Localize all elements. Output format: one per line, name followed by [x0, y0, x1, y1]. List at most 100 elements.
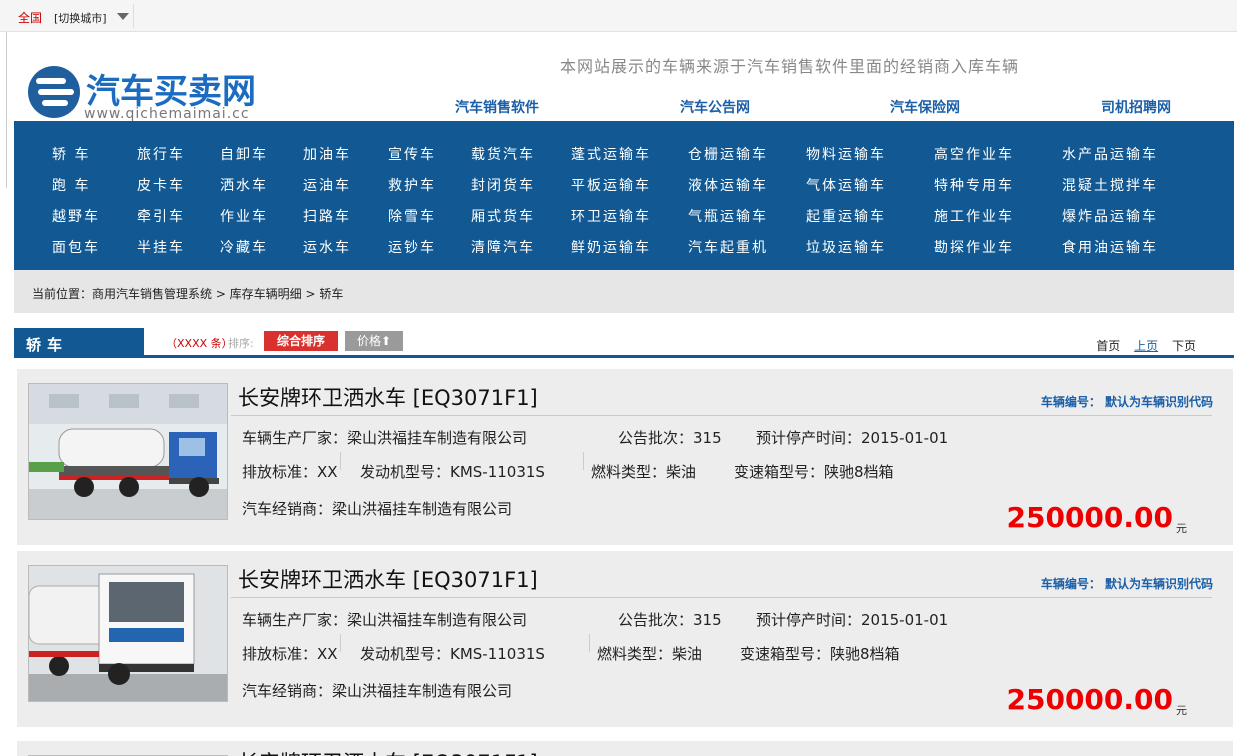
emission-standard: 排放标准：XX — [242, 463, 338, 481]
gearbox-model: 变速箱型号：陕驰8档箱 — [734, 463, 894, 481]
vehicle-photo[interactable] — [28, 383, 228, 520]
nav-category-item[interactable]: 气瓶运输车 — [688, 206, 768, 226]
nav-category-item[interactable]: 汽车起重机 — [688, 237, 768, 257]
nav-category-item[interactable]: 救护车 — [388, 175, 436, 195]
listing-card[interactable]: 长安牌环卫洒水车 [EQ3071F1] 车辆编号： 默认为车辆识别代码 车辆生产… — [17, 551, 1233, 727]
engine-model: 发动机型号：KMS-11031S — [360, 645, 545, 663]
vehicle-id-label: 车辆编号： 默认为车辆识别代码 — [1040, 577, 1213, 591]
link-announcement[interactable]: 汽车公告网 — [680, 97, 750, 117]
price-unit: 元 — [1176, 704, 1187, 717]
nav-category-item[interactable]: 施工作业车 — [934, 206, 1014, 226]
nav-category-item[interactable]: 垃圾运输车 — [806, 237, 886, 257]
category-nav: 轿 车 旅行车 自卸车 加油车 宣传车 载货汽车 蓬式运输车 仓栅运输车 物料运输车 高空作业车 水… — [14, 121, 1234, 270]
site-slogan: 本网站展示的车辆来源于汽车销售软件里面的经销商入库车辆 — [560, 57, 1020, 76]
nav-category-item[interactable]: 作业车 — [220, 206, 268, 226]
nav-category-item[interactable]: 鲜奶运输车 — [571, 237, 651, 257]
emission-standard: 排放标准：XX — [242, 645, 338, 663]
listing-title[interactable]: 长安牌环卫洒水车 [EQ3071F1] — [238, 564, 538, 594]
fuel-type: 燃料类型：柴油 — [591, 463, 697, 481]
nav-category-item[interactable]: 厢式货车 — [471, 206, 535, 226]
dealer: 汽车经销商：梁山洪福挂车制造有限公司 — [242, 682, 513, 700]
sort-default-button[interactable]: 综合排序 — [264, 331, 338, 351]
stop-date: 预计停产时间：2015-01-01 — [756, 429, 949, 447]
price: 250000.00 — [1006, 683, 1174, 716]
breadcrumb-bar: 当前位置：商用汽车销售管理系统 > 库存车辆明细 > 轿车 — [14, 270, 1234, 313]
listing-title[interactable]: 长安牌环卫洒水车 [EQ3071F1] — [238, 382, 538, 412]
nav-category-item[interactable]: 环卫运输车 — [571, 206, 651, 226]
breadcrumb[interactable]: 当前位置：商用汽车销售管理系统 > 库存车辆明细 > 轿车 — [32, 285, 343, 302]
pager-first[interactable]: 首页 — [1096, 339, 1120, 353]
chevron-down-icon[interactable] — [117, 13, 129, 20]
announcement-batch: 公告批次：315 — [618, 429, 722, 447]
nav-category-item[interactable]: 勘探作业车 — [934, 237, 1014, 257]
header-links: 汽车销售软件 汽车公告网 汽车保险网 司机招聘网 — [0, 97, 1237, 117]
vehicle-id-label: 车辆编号： 默认为车辆识别代码 — [1040, 395, 1213, 409]
announcement-batch: 公告批次：315 — [618, 611, 722, 629]
nav-category-item[interactable]: 特种专用车 — [934, 175, 1014, 195]
nav-category-item[interactable]: 旅行车 — [137, 144, 185, 164]
nav-category-item[interactable]: 扫路车 — [303, 206, 351, 226]
price-unit: 元 — [1176, 522, 1187, 535]
nav-category-item[interactable]: 气体运输车 — [806, 175, 886, 195]
nav-category-item[interactable]: 轿 车 — [52, 144, 90, 164]
nav-category-item[interactable]: 水产品运输车 — [1062, 144, 1158, 164]
nav-category-item[interactable]: 加油车 — [303, 144, 351, 164]
nav-category-item[interactable]: 运油车 — [303, 175, 351, 195]
result-count: （XXXX 条） — [166, 337, 233, 350]
nav-category-item[interactable]: 蓬式运输车 — [571, 144, 651, 164]
link-insurance[interactable]: 汽车保险网 — [890, 97, 960, 117]
price: 250000.00 — [1006, 501, 1174, 534]
manufacturer: 车辆生产厂家：梁山洪福挂车制造有限公司 — [242, 611, 528, 629]
nav-category-item[interactable]: 皮卡车 — [137, 175, 185, 195]
dealer: 汽车经销商：梁山洪福挂车制造有限公司 — [242, 500, 513, 518]
nav-category-item[interactable]: 载货汽车 — [471, 144, 535, 164]
current-region[interactable]: 全国 — [18, 9, 42, 26]
nav-category-item[interactable]: 封闭货车 — [471, 175, 535, 195]
fuel-type: 燃料类型：柴油 — [597, 645, 703, 663]
listing-title[interactable]: 长安牌环卫洒水车 [EQ3071F1] — [238, 747, 538, 756]
listing-card[interactable]: 长安牌环卫洒水车 [EQ3071F1] 车辆编号： 默认为车辆识别代码 车辆生产… — [17, 369, 1233, 545]
nav-category-item[interactable]: 液体运输车 — [688, 175, 768, 195]
nav-category-item[interactable]: 跑 车 — [52, 175, 90, 195]
nav-category-item[interactable]: 食用油运输车 — [1062, 237, 1158, 257]
nav-category-item[interactable]: 越野车 — [52, 206, 100, 226]
vehicle-photo[interactable] — [28, 565, 228, 702]
stop-date: 预计停产时间：2015-01-01 — [756, 611, 949, 629]
nav-category-item[interactable]: 起重运输车 — [806, 206, 886, 226]
nav-category-item[interactable]: 面包车 — [52, 237, 100, 257]
nav-category-item[interactable]: 仓栅运输车 — [688, 144, 768, 164]
nav-category-item[interactable]: 高空作业车 — [934, 144, 1014, 164]
nav-category-item[interactable]: 宣传车 — [388, 144, 436, 164]
switch-city-link[interactable]: [切换城市] — [54, 10, 107, 26]
nav-category-item[interactable]: 除雪车 — [388, 206, 436, 226]
divider — [231, 415, 1212, 416]
top-bar: 全国 [切换城市] — [0, 0, 1237, 32]
nav-category-item[interactable]: 半挂车 — [137, 237, 185, 257]
sort-label: 排序: — [228, 337, 254, 350]
nav-category-item[interactable]: 自卸车 — [220, 144, 268, 164]
divider — [133, 4, 134, 28]
pager-prev[interactable]: 上页 — [1134, 339, 1158, 353]
section-title: 轿车 — [14, 328, 144, 356]
nav-category-item[interactable]: 牵引车 — [137, 206, 185, 226]
sort-price-button[interactable]: 价格⬆ — [345, 331, 403, 351]
nav-category-item[interactable]: 洒水车 — [220, 175, 268, 195]
nav-category-item[interactable]: 平板运输车 — [571, 175, 651, 195]
divider — [231, 597, 1212, 598]
nav-category-item[interactable]: 混疑土搅拌车 — [1062, 175, 1158, 195]
pager: 首页 上页 下页 — [1086, 337, 1196, 354]
pager-next[interactable]: 下页 — [1172, 339, 1196, 353]
gearbox-model: 变速箱型号：陕驰8档箱 — [740, 645, 900, 663]
engine-model: 发动机型号：KMS-11031S — [360, 463, 545, 481]
link-driver-jobs[interactable]: 司机招聘网 — [1101, 97, 1171, 117]
nav-category-item[interactable]: 爆炸品运输车 — [1062, 206, 1158, 226]
link-sales-software[interactable]: 汽车销售软件 — [455, 97, 539, 117]
section-header: 轿车 （XXXX 条） 排序: 综合排序 价格⬆ 首页 上页 下页 — [14, 328, 1234, 358]
nav-category-item[interactable]: 物料运输车 — [806, 144, 886, 164]
nav-category-item[interactable]: 运水车 — [303, 237, 351, 257]
nav-category-item[interactable]: 冷藏车 — [220, 237, 268, 257]
nav-category-item[interactable]: 运钞车 — [388, 237, 436, 257]
nav-category-item[interactable]: 清障汽车 — [471, 237, 535, 257]
listing-card[interactable]: 长安牌环卫洒水车 [EQ3071F1] — [17, 741, 1233, 756]
manufacturer: 车辆生产厂家：梁山洪福挂车制造有限公司 — [242, 429, 528, 447]
